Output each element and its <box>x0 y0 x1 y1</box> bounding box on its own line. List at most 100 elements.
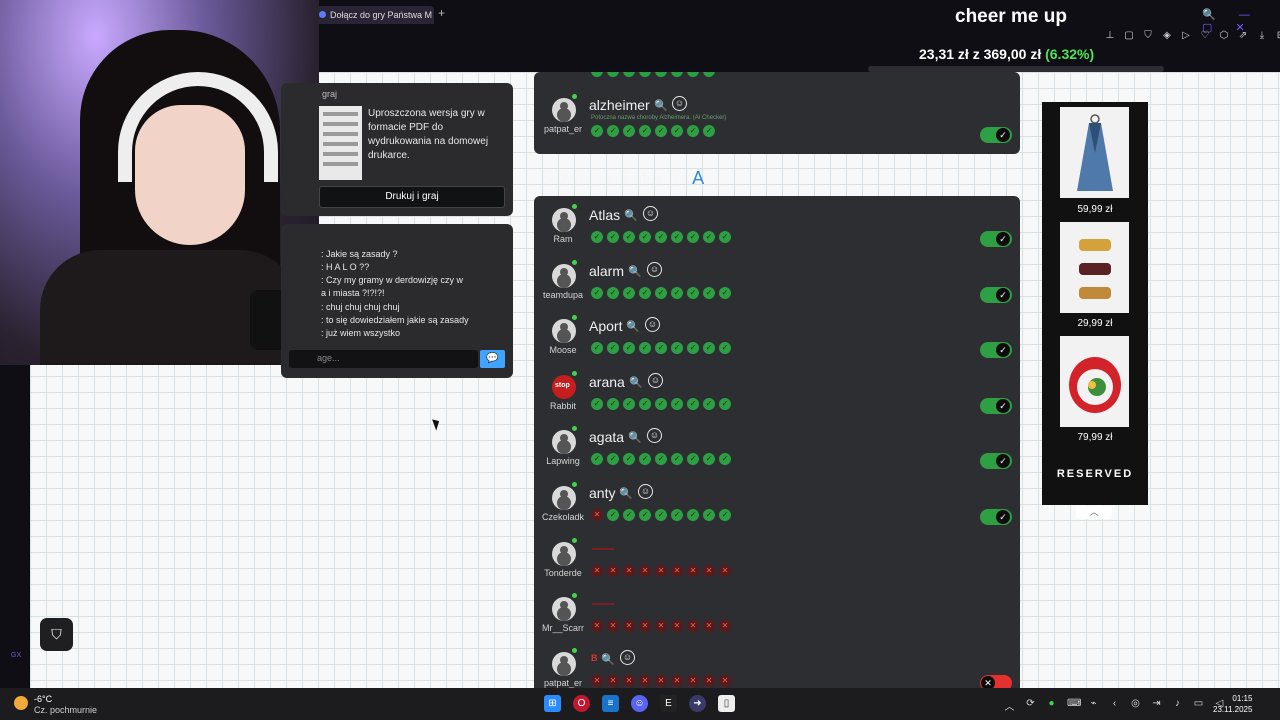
webcam-overlay <box>0 0 319 365</box>
search-icon[interactable]: 🔍 <box>628 265 642 278</box>
check-icon: ✓ <box>655 231 667 243</box>
ad-image-dogs[interactable] <box>1060 222 1129 313</box>
document-icon[interactable]: ▯ <box>718 695 735 712</box>
clock[interactable]: 01:15 23.11.2025 <box>1213 693 1252 715</box>
vote-marks: ✕ ✕ ✕ ✕ ✕ ✕ ✕ ✕ ✕ <box>591 620 731 632</box>
epic-games-icon[interactable]: E <box>660 695 677 712</box>
check-icon: ✓ <box>671 125 683 137</box>
discord-icon[interactable]: ☺ <box>631 695 648 712</box>
cross-icon: ✕ <box>591 565 603 577</box>
status-dot-icon[interactable]: ● <box>1046 698 1057 713</box>
tray-chevron-icon[interactable]: ︿ <box>1004 698 1015 713</box>
pin-icon[interactable]: ⊥ <box>1104 30 1116 42</box>
emoji-react-icon[interactable]: ☺ <box>647 262 662 277</box>
answer-word: B <box>591 653 598 663</box>
emoji-react-icon[interactable]: ☺ <box>645 317 660 332</box>
cross-icon: ✕ <box>655 675 667 687</box>
back-icon[interactable]: ‹ <box>1109 698 1120 713</box>
online-status-icon <box>571 203 578 210</box>
mic-icon[interactable]: ♪ <box>1172 698 1183 713</box>
check-icon: ✓ <box>703 125 715 137</box>
emoji-react-icon[interactable]: ☺ <box>648 373 663 388</box>
cross-icon: ✕ <box>591 620 603 632</box>
arrow-app-icon[interactable]: ➜ <box>689 695 706 712</box>
shield-icon[interactable]: ⛉ <box>1142 30 1154 42</box>
windows-start-icon[interactable]: ⊞ <box>544 695 561 712</box>
privacy-shield-button[interactable]: ⛉ <box>40 618 73 651</box>
opera-gx-icon[interactable]: O <box>573 695 590 712</box>
check-icon: ✓ <box>671 342 683 354</box>
answer-word: alzheimer <box>589 97 650 113</box>
check-icon: ✓ <box>671 453 683 465</box>
extensions-icon[interactable]: ⬡ <box>1218 30 1230 42</box>
share-icon[interactable]: ⇗ <box>1237 30 1249 42</box>
globe-icon[interactable]: ◎ <box>1130 698 1141 713</box>
ad-image-case[interactable] <box>1060 336 1129 427</box>
accept-toggle[interactable] <box>980 127 1012 143</box>
check-icon: ✓ <box>703 72 715 77</box>
stop-sign-icon: stop <box>552 375 576 399</box>
emoji-react-icon[interactable]: ☺ <box>643 206 658 221</box>
screenshot-icon[interactable]: ▢ <box>1123 30 1135 42</box>
network-app-icon[interactable]: ⌁ <box>1088 698 1099 713</box>
previous-category-panel: ✓ ✓ ✓ ✓ ✓ ✓ ✓ ✓ patpat_er alzheimer 🔍 ☺ Potoczn… <box>534 72 1020 154</box>
emoji-react-icon[interactable]: ☺ <box>620 650 635 665</box>
online-status-icon <box>571 481 578 488</box>
sync-icon[interactable]: ⟳ <box>1025 698 1036 713</box>
answer-row: Czekoladk anty 🔍 ☺ ✕ ✓ ✓ ✓ ✓ ✓ ✓ ✓ ✓ <box>534 474 1020 530</box>
search-icon[interactable]: 🔍 <box>626 320 640 333</box>
answer-row: stop Rabbit arana 🔍 ☺ ✓ ✓ ✓ ✓ ✓ ✓ ✓ ✓ ✓ <box>534 363 1020 419</box>
media-icon[interactable]: ⇥ <box>1151 698 1162 713</box>
check-icon: ✓ <box>623 72 635 77</box>
accept-toggle[interactable] <box>980 453 1012 469</box>
emoji-react-icon[interactable]: ☺ <box>647 428 662 443</box>
ad-image-cape[interactable] <box>1060 107 1129 198</box>
search-icon[interactable]: 🔍 <box>601 653 615 666</box>
player-name: Mr__Scarr <box>541 623 584 633</box>
check-icon: ✓ <box>607 72 619 77</box>
check-icon: ✓ <box>719 231 731 243</box>
ai-checker-note: Potoczna nazwa choroby Alzheimera. (AI C… <box>591 115 727 121</box>
check-icon: ✓ <box>655 398 667 410</box>
check-icon: ✓ <box>655 125 667 137</box>
ad-collapse-button[interactable]: ︿ <box>1076 506 1112 519</box>
emoji-react-icon[interactable]: ☺ <box>638 484 653 499</box>
check-icon: ✓ <box>703 453 715 465</box>
stack-icon[interactable]: ⊟ <box>1275 30 1280 42</box>
print-and-play-button[interactable]: Drukuj i graj <box>319 186 505 208</box>
chat-send-button[interactable]: 💬 <box>480 350 505 368</box>
play-icon[interactable]: ▷ <box>1180 30 1192 42</box>
download-icon[interactable]: ⤓ <box>1256 30 1268 42</box>
search-icon[interactable]: 🔍 <box>654 99 668 112</box>
emoji-react-icon[interactable]: ☺ <box>672 96 687 111</box>
player-name: Tonderde <box>544 568 582 578</box>
chat-input[interactable]: age... <box>289 350 478 368</box>
search-icon[interactable]: 🔍 <box>628 431 642 444</box>
check-icon: ✓ <box>719 509 731 521</box>
ad-sidebar: 59,99 zł 29,99 zł 79,99 zł RESERVED <box>1042 102 1148 505</box>
search-icon[interactable]: 🔍 <box>624 209 638 222</box>
donation-target: 369,00 zł <box>983 46 1042 62</box>
empty-answer-dash <box>592 548 614 550</box>
cube-icon[interactable]: ◈ <box>1161 30 1173 42</box>
player-name: Moose <box>549 345 577 355</box>
check-icon: ✓ <box>703 287 715 299</box>
search-icon[interactable]: 🔍 <box>619 487 633 500</box>
accept-toggle[interactable] <box>980 509 1012 525</box>
new-tab-button[interactable]: + <box>438 6 445 20</box>
accept-toggle[interactable] <box>980 287 1012 303</box>
check-icon: ✓ <box>671 72 683 77</box>
check-icon: ✓ <box>591 231 603 243</box>
cross-icon: ✕ <box>639 565 651 577</box>
accept-toggle[interactable] <box>980 342 1012 358</box>
search-icon[interactable]: 🔍 <box>629 376 643 389</box>
keyboard-icon[interactable]: ⌨ <box>1067 698 1081 713</box>
notepad-icon[interactable]: ≡ <box>602 695 619 712</box>
answer-word: agata <box>589 429 625 445</box>
display-icon[interactable]: ▭ <box>1193 698 1204 713</box>
cross-icon: ✕ <box>719 620 731 632</box>
heart-icon[interactable]: ♡ <box>1199 30 1211 42</box>
accept-toggle[interactable] <box>980 398 1012 414</box>
accept-toggle[interactable] <box>980 231 1012 247</box>
browser-tab[interactable]: Dołącz do gry Państwa M <box>314 6 434 24</box>
